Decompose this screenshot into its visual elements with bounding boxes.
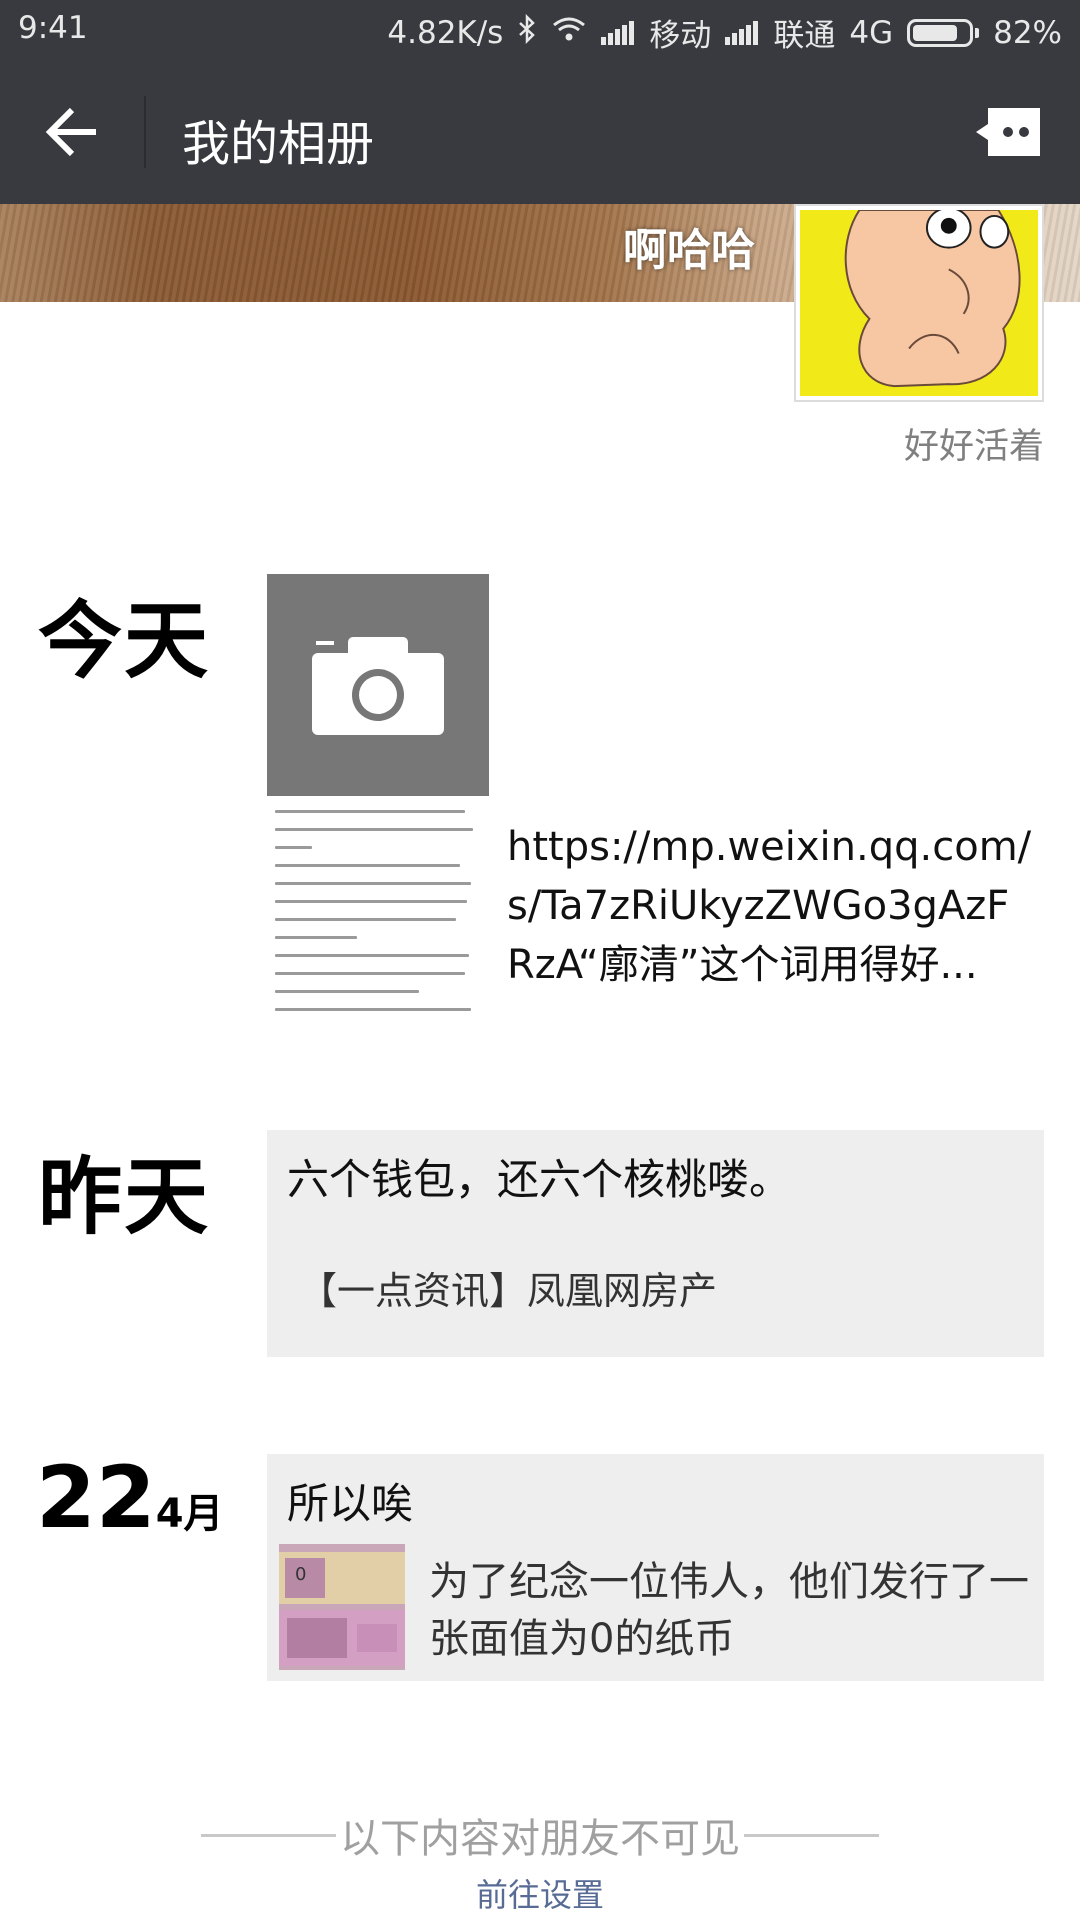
status-bar: 9:41 4.82K/s 移动 联通 4G 82% xyxy=(0,0,1080,60)
bluetooth-icon xyxy=(517,13,537,52)
back-button[interactable] xyxy=(30,90,114,174)
chat-bubble-icon xyxy=(976,108,1040,156)
post-card-apr-22[interactable]: 所以唉 0 为了纪念一位伟人，他们发行了一张面值为0的纸币 xyxy=(267,1454,1044,1681)
shared-link-text[interactable]: https://mp.weixin.qq.com/s/Ta7zRiUkyzZWG… xyxy=(507,818,1037,995)
date-yesterday: 昨天 xyxy=(38,1148,211,1246)
article-thumbnail[interactable] xyxy=(267,806,489,1032)
signal-icon xyxy=(601,20,635,45)
title-divider xyxy=(144,96,146,168)
status-indicators: 4.82K/s 移动 联通 4G 82% xyxy=(387,10,1062,55)
status-time: 9:41 xyxy=(18,10,88,46)
date-apr-22: 224月 xyxy=(36,1448,224,1548)
arrow-left-icon xyxy=(45,107,96,157)
battery-icon xyxy=(907,18,980,47)
divider-line-right xyxy=(744,1833,879,1837)
hidden-note: 以下内容对朋友不可见 xyxy=(340,1816,740,1862)
privacy-divider: 以下内容对朋友不可见 xyxy=(0,1806,1080,1864)
post-source: 【一点资讯】凤凰网房产 xyxy=(299,1269,718,1313)
divider-line-left xyxy=(201,1833,336,1837)
messages-button[interactable] xyxy=(972,102,1044,162)
net-speed: 4.82K/s xyxy=(387,14,504,51)
network-type: 4G xyxy=(849,14,894,51)
shared-article-title: 为了纪念一位伟人，他们发行了一张面值为0的纸币 xyxy=(429,1559,1029,1662)
avatar[interactable] xyxy=(794,204,1044,402)
battery-percent: 82% xyxy=(993,14,1062,51)
svg-text:0: 0 xyxy=(295,1564,306,1585)
carrier-1: 移动 xyxy=(649,18,712,54)
nickname: 啊哈哈 xyxy=(623,225,755,276)
settings-link[interactable]: 前往设置 xyxy=(0,1870,1080,1916)
signal-icon-2 xyxy=(725,20,759,45)
post-text: 所以唉 xyxy=(287,1479,414,1528)
add-photo-button[interactable] xyxy=(267,574,489,796)
page-title: 我的相册 xyxy=(182,116,375,172)
title-bar: 我的相册 xyxy=(0,60,1080,204)
post-card-yesterday[interactable]: 六个钱包，还六个核桃喽。 【一点资讯】凤凰网房产 xyxy=(267,1130,1044,1357)
wifi-icon xyxy=(551,15,587,51)
date-today: 今天 xyxy=(38,592,211,690)
banknote-thumbnail: 0 xyxy=(279,1544,405,1670)
post-text: 六个钱包，还六个核桃喽。 xyxy=(287,1155,792,1204)
date-month: 4月 xyxy=(155,1491,224,1537)
avatar-image xyxy=(800,210,1038,396)
signature: 好好活着 xyxy=(903,427,1044,467)
carrier-2: 联通 xyxy=(773,18,836,54)
battery-fill xyxy=(913,24,958,41)
camera-icon xyxy=(312,637,444,735)
date-day: 22 xyxy=(36,1448,156,1548)
